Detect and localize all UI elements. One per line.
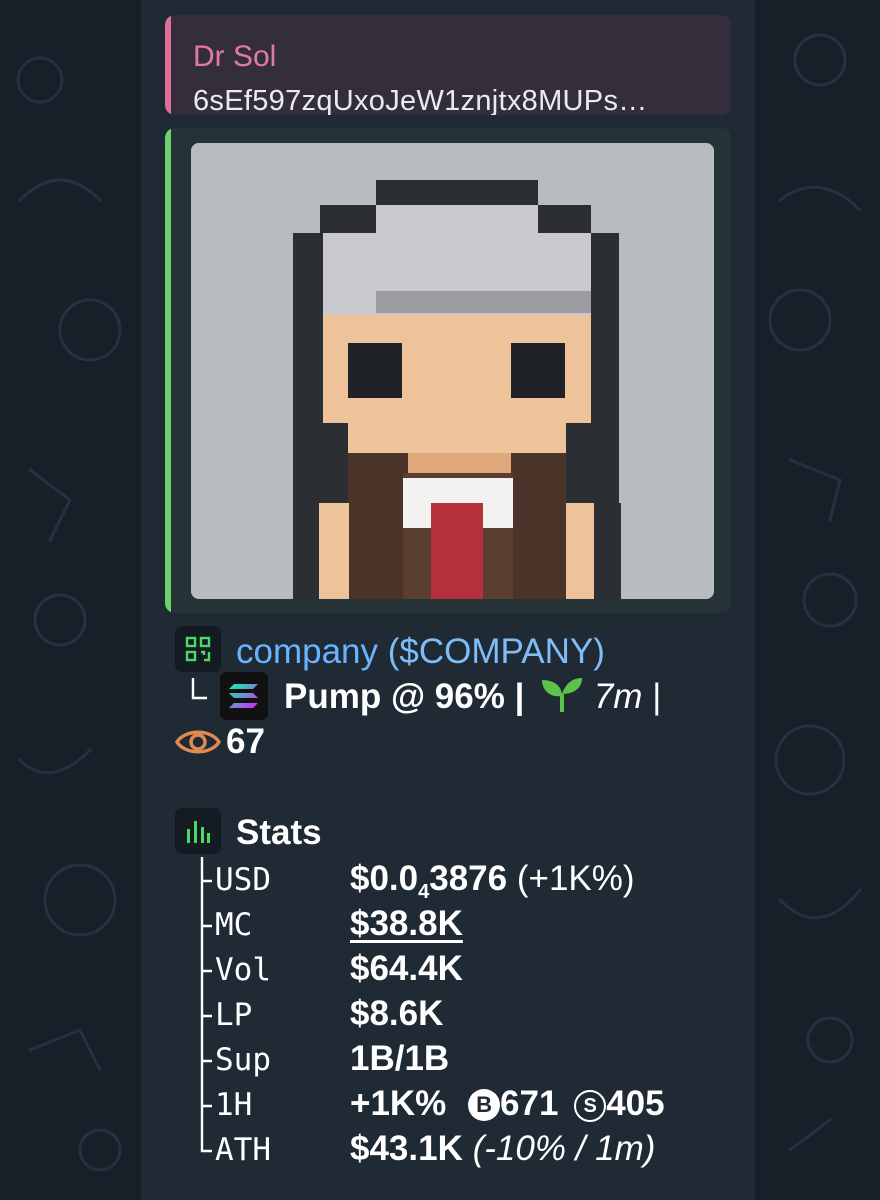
- ath-value: $43.1K: [350, 1129, 463, 1168]
- tree-connector: [200, 1037, 212, 1082]
- tree-connector: [200, 1082, 212, 1127]
- token-name-link[interactable]: company: [236, 632, 378, 671]
- tree-connector: [200, 857, 212, 902]
- stat-value: $43.1K (-10% / 1m): [350, 1129, 655, 1169]
- token-title-line: company ($COMPANY): [236, 632, 605, 672]
- sells-count: 405: [606, 1084, 665, 1123]
- stat-key: Vol: [215, 952, 271, 988]
- stat-value: +1K% B 671 S 405: [350, 1084, 665, 1124]
- reply-author: Dr Sol: [193, 40, 277, 73]
- preview-image[interactable]: [191, 143, 714, 599]
- price-zero-count: 4: [418, 881, 430, 903]
- link-preview[interactable]: [165, 128, 731, 613]
- reply-quote[interactable]: Dr Sol 6sEf597zqUxoJeW1znjtx8MUPs…: [165, 15, 731, 115]
- price-digits: 3876: [429, 859, 508, 898]
- stat-value: $64.4K: [350, 949, 463, 988]
- hour-change: +1K%: [350, 1084, 447, 1123]
- tree-connector: [200, 992, 212, 1037]
- buys-icon: B: [468, 1089, 501, 1121]
- market-cap-link[interactable]: $38.8K: [350, 904, 463, 944]
- tree-connector: [200, 902, 212, 947]
- price-change: (+1K%): [507, 859, 635, 898]
- platform-line: Pump @ 96% | 7m |: [284, 676, 661, 717]
- pixel-art-character: [191, 143, 714, 599]
- reply-accent-bar: [165, 15, 171, 115]
- eye-icon: [175, 730, 221, 754]
- bar-chart-icon: [175, 808, 221, 854]
- tree-connector-end: [200, 1127, 212, 1153]
- tree-branch-icon: [191, 678, 207, 700]
- stat-value: $8.6K: [350, 994, 444, 1033]
- stat-key: 1H: [215, 1087, 253, 1123]
- platform-progress: Pump @ 96% |: [284, 677, 525, 716]
- stat-value: 1B/1B: [350, 1039, 450, 1078]
- ath-detail: (-10% / 1m): [462, 1129, 656, 1168]
- stat-key: ATH: [215, 1132, 271, 1168]
- stat-value: $0.043876 (+1K%): [350, 859, 635, 904]
- token-ticker: ($COMPANY): [387, 632, 605, 671]
- reply-text: 6sEf597zqUxoJeW1znjtx8MUPs…: [193, 85, 648, 115]
- preview-accent-bar: [165, 128, 171, 613]
- qr-code-icon: [175, 626, 221, 672]
- stat-key: MC: [215, 907, 253, 943]
- stat-key: USD: [215, 862, 271, 898]
- age-separator: |: [652, 677, 662, 716]
- stats-title: Stats: [236, 813, 322, 852]
- stat-key: Sup: [215, 1042, 271, 1078]
- buys-count: 671: [500, 1084, 559, 1123]
- seedling-icon: [542, 678, 583, 712]
- price-main: $0.0: [350, 859, 419, 898]
- solana-icon: [220, 672, 268, 720]
- tree-connector: [200, 947, 212, 992]
- sells-icon: S: [574, 1090, 607, 1122]
- token-age: 7m: [593, 677, 643, 716]
- view-count: 67: [226, 722, 265, 761]
- stat-key: LP: [215, 997, 253, 1033]
